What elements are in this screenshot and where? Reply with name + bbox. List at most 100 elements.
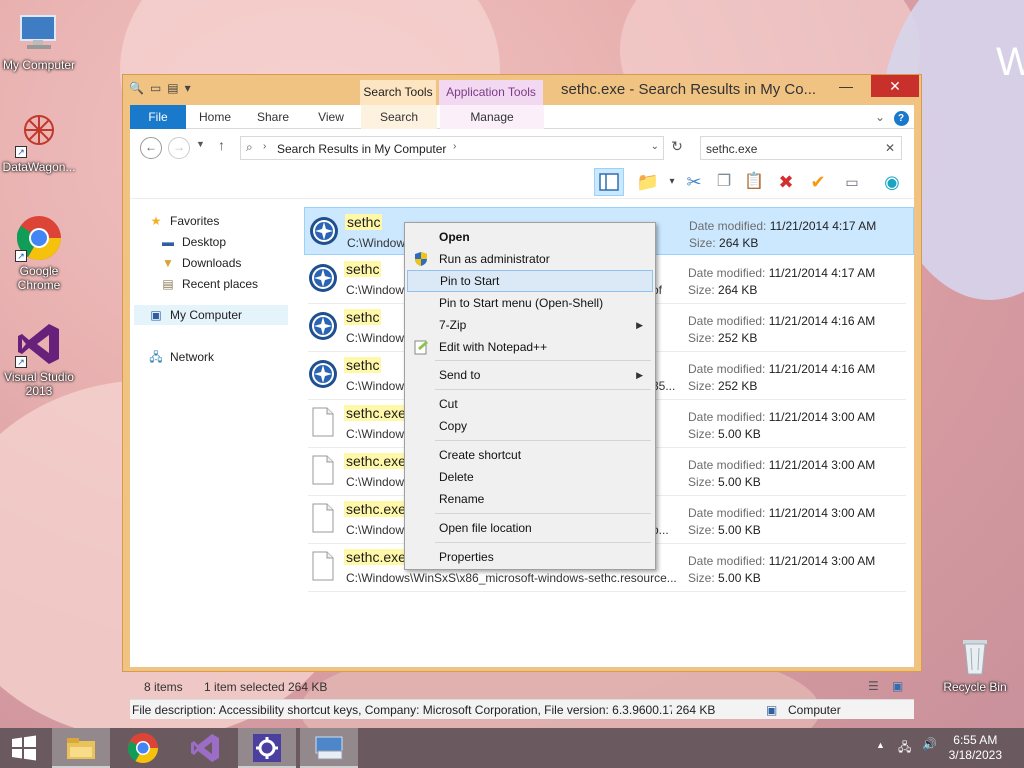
taskbar-settings[interactable] <box>238 728 296 768</box>
menu-item-copy[interactable]: Copy <box>407 415 653 437</box>
desktop-icon-datawagon[interactable]: ↗ DataWagon... <box>0 110 78 174</box>
star-icon: ★ <box>150 214 162 228</box>
options-dropdown-icon[interactable]: ▾ <box>660 170 684 194</box>
date-value: 11/21/2014 3:00 AM <box>768 554 876 568</box>
paste-icon[interactable]: 📋 <box>742 170 766 194</box>
desktop-icon-label: My Computer <box>2 58 76 72</box>
desktop-icon-label: DataWagon... <box>2 160 76 174</box>
network-tray-icon[interactable]: 🖧 <box>898 738 911 759</box>
nav-recent-places[interactable]: ▤ Recent places <box>160 274 258 294</box>
ribbon-expand-icon[interactable]: ⌄ <box>872 105 888 129</box>
breadcrumb-chevron-icon[interactable]: › <box>453 141 456 152</box>
menu-item-open-file-location[interactable]: Open file location <box>407 517 653 539</box>
recent-dropdown-icon[interactable]: ▼ <box>196 139 205 149</box>
notepadpp-icon <box>413 339 429 355</box>
menu-item-run-as-administrator[interactable]: Run as administrator <box>407 248 653 270</box>
menu-item-create-shortcut[interactable]: Create shortcut <box>407 444 653 466</box>
tab-home[interactable]: Home <box>190 105 240 129</box>
search-box[interactable]: sethc.exe ✕ <box>700 136 902 160</box>
menu-item-rename[interactable]: Rename <box>407 488 653 510</box>
details-view-icon[interactable]: ☰ <box>868 679 879 693</box>
size-value: 5.00 KB <box>718 427 761 441</box>
taskbar-visual-studio[interactable] <box>176 728 234 768</box>
tab-manage[interactable]: Manage <box>440 105 544 129</box>
properties-icon[interactable]: ▭ <box>150 81 161 95</box>
search-input[interactable]: sethc.exe <box>706 142 757 156</box>
rename-icon[interactable]: ▭ <box>840 170 864 194</box>
forward-arrow-icon[interactable]: → <box>168 137 190 159</box>
delete-icon[interactable]: ✖ <box>774 170 798 194</box>
close-button[interactable]: ✕ <box>871 75 919 97</box>
taskbar-onscreen-keyboard[interactable] <box>300 728 358 768</box>
nav-desktop[interactable]: ▬ Desktop <box>160 232 226 252</box>
address-dropdown-icon[interactable]: ⌄ <box>651 141 659 152</box>
copy-icon[interactable]: ❐ <box>712 170 736 194</box>
address-bar[interactable]: ⌕ › Search Results in My Computer › ⌄ <box>240 136 664 160</box>
menu-item-open[interactable]: Open <box>407 226 653 248</box>
qat-dropdown-icon[interactable]: ▾ <box>185 81 191 95</box>
desktop-icon-chrome[interactable]: ↗ Google Chrome <box>0 214 78 292</box>
size-label: Size: <box>688 427 715 441</box>
menu-item-send-to[interactable]: Send to ▶ <box>407 364 653 386</box>
checkmark-icon[interactable]: ✔ <box>806 170 830 194</box>
menu-item-pin-to-start-menu[interactable]: Pin to Start menu (Open-Shell) <box>407 292 653 314</box>
result-meta: Date modified: 11/21/2014 3:00 AM Size: 5… <box>688 409 875 443</box>
menu-item-pin-to-start[interactable]: Pin to Start <box>407 270 653 292</box>
nav-favorites[interactable]: ★ Favorites <box>148 211 220 231</box>
taskbar-chrome[interactable] <box>114 728 172 768</box>
breadcrumb-chevron-icon[interactable]: › <box>263 141 266 152</box>
recycle-bin-icon <box>951 630 999 678</box>
menu-item-7zip[interactable]: 7-Zip ▶ <box>407 314 653 336</box>
help-icon[interactable]: ? <box>892 105 910 129</box>
menu-item-cut[interactable]: Cut <box>407 393 653 415</box>
menu-item-edit-with-notepadpp[interactable]: Edit with Notepad++ <box>407 336 653 358</box>
result-name: sethc <box>344 261 382 277</box>
magnifier-icon[interactable]: 🔍 <box>129 81 144 95</box>
size-value: 5.00 KB <box>718 523 761 537</box>
title-bar[interactable]: 🔍 ▭ ▤ ▾ Search Tools Application Tools s… <box>123 75 921 128</box>
tab-share[interactable]: Share <box>248 105 298 129</box>
desktop-folder-icon: ▬ <box>162 235 174 249</box>
refresh-icon[interactable]: ↻ <box>666 138 688 158</box>
menu-item-delete[interactable]: Delete <box>407 466 653 488</box>
result-meta: Date modified: 11/21/2014 4:16 AM Size: 2… <box>688 361 875 395</box>
keyboard-icon <box>315 736 343 760</box>
result-meta: Date modified: 11/21/2014 4:16 AM Size: 2… <box>688 313 875 347</box>
tab-file[interactable]: File <box>130 105 186 129</box>
clock[interactable]: 6:55 AM 3/18/2023 <box>949 733 1002 763</box>
desktop-icon-recycle-bin[interactable]: Recycle Bin <box>936 630 1014 694</box>
start-button[interactable] <box>0 728 48 768</box>
uac-shield-icon <box>413 251 429 267</box>
accessibility-app-icon <box>308 359 338 389</box>
cut-icon[interactable]: ✂ <box>682 170 706 194</box>
menu-label: Edit with Notepad++ <box>439 340 548 354</box>
menu-item-properties[interactable]: Properties <box>407 546 653 568</box>
maximize-button[interactable] <box>837 75 871 97</box>
taskbar-file-explorer[interactable] <box>52 728 110 768</box>
new-folder-icon[interactable]: ▤ <box>167 81 178 95</box>
back-arrow-icon[interactable]: ← <box>140 137 162 159</box>
clear-search-icon[interactable]: ✕ <box>885 141 895 155</box>
tray-expand-icon[interactable]: ▲ <box>876 740 885 750</box>
volume-icon[interactable]: 🔊 <box>922 737 937 751</box>
up-arrow-icon[interactable]: ↑ <box>218 137 225 153</box>
nav-downloads[interactable]: ▼ Downloads <box>160 253 241 273</box>
tab-view[interactable]: View <box>306 105 356 129</box>
desktop-icon-visual-studio[interactable]: ↗ Visual Studio 2013 <box>0 320 78 398</box>
thumbnails-view-icon[interactable]: ▣ <box>892 679 903 693</box>
status-bar: 8 items 1 item selected 264 KB ☰ ▣ <box>130 677 914 697</box>
desktop-icon-my-computer[interactable]: My Computer <box>0 8 78 72</box>
desktop-icon-label: Google Chrome <box>17 264 61 292</box>
shell-icon[interactable]: ◉ <box>880 170 904 194</box>
preview-pane-icon[interactable] <box>594 168 624 196</box>
result-name: sethc.exe <box>344 453 408 469</box>
result-meta: Date modified: 11/21/2014 3:00 AM Size: 5… <box>688 505 875 539</box>
file-icon <box>308 503 338 533</box>
visual-studio-icon <box>191 734 219 762</box>
date-value: 11/21/2014 4:16 AM <box>768 314 876 328</box>
nav-my-computer[interactable]: ▣ My Computer <box>134 305 288 325</box>
address-path[interactable]: Search Results in My Computer <box>277 142 446 156</box>
folder-options-icon[interactable]: 📁 <box>636 170 660 194</box>
nav-network[interactable]: 🖧 Network <box>148 347 214 367</box>
tab-search[interactable]: Search <box>361 105 437 129</box>
